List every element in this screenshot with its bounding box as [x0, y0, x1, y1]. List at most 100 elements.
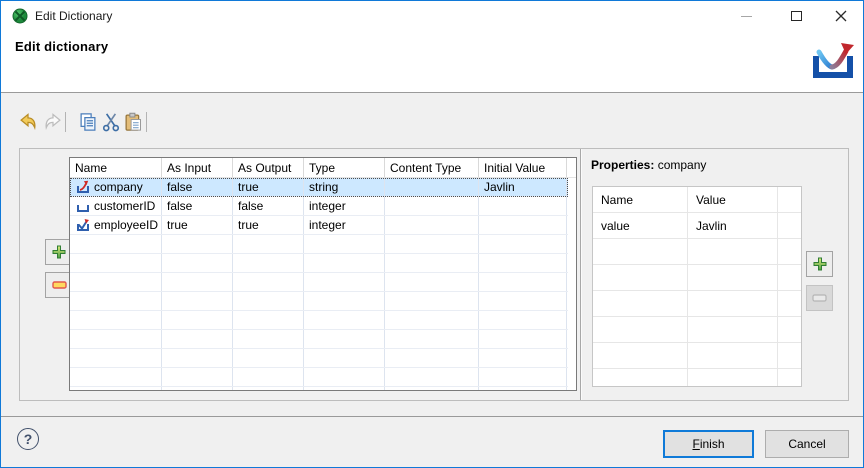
empty-row	[593, 265, 801, 291]
redo-icon	[45, 113, 61, 131]
properties-label: Properties: company	[591, 158, 706, 172]
copy-icon	[80, 113, 96, 131]
add-property-button[interactable]	[806, 251, 833, 277]
dictionary-entry-icon	[75, 198, 91, 214]
minimize-icon	[740, 15, 752, 17]
dialog-header: Edit dictionary	[1, 31, 863, 92]
empty-row	[70, 292, 568, 311]
properties-label-bold: Properties:	[591, 158, 655, 172]
empty-row	[593, 369, 801, 386]
cell-as-input: true	[162, 216, 233, 234]
column-header-name[interactable]: Name	[70, 158, 162, 177]
redo-button[interactable]	[42, 111, 64, 133]
minimize-button[interactable]	[723, 1, 769, 31]
table-row-customerid[interactable]: customerID false false integer	[70, 197, 568, 216]
app-icon	[12, 8, 28, 29]
help-button[interactable]: ?	[17, 428, 39, 450]
properties-header-row: Name Value	[593, 187, 801, 213]
properties-table[interactable]: Name Value value Javlin	[592, 186, 802, 387]
table-row-employeeid[interactable]: employeeID true true integer	[70, 216, 568, 235]
column-header-as-output[interactable]: As Output	[233, 158, 304, 177]
cell-content-type	[385, 197, 479, 215]
empty-row	[70, 273, 568, 292]
empty-row	[70, 330, 568, 349]
property-row-value[interactable]: value Javlin	[593, 213, 801, 239]
minus-icon-disabled	[812, 294, 827, 302]
dictionary-panel: Name As Input As Output Type Content Typ…	[19, 148, 849, 401]
empty-row	[593, 239, 801, 265]
help-icon: ?	[23, 431, 33, 447]
cell-initial-value	[479, 216, 567, 234]
cell-content-type	[385, 216, 479, 234]
cancel-label: Cancel	[788, 437, 826, 451]
cell-initial-value: Javlin	[479, 178, 567, 196]
cut-icon	[102, 113, 120, 132]
table-row-company[interactable]: company false true string Javlin	[70, 178, 568, 197]
finish-label-accel: F	[692, 437, 700, 451]
dictionary-entry-in-out-icon	[75, 217, 91, 233]
dictionary-entries-table[interactable]: Name As Input As Output Type Content Typ…	[69, 157, 577, 391]
empty-row	[70, 349, 568, 368]
toolbar-separator	[146, 112, 147, 132]
header-separator	[1, 92, 863, 93]
title-bar[interactable]: Edit Dictionary	[1, 1, 863, 31]
undo-button[interactable]	[17, 111, 39, 133]
paste-button[interactable]	[122, 111, 144, 133]
dictionary-entry-output-icon	[75, 179, 91, 195]
table-header-row: Name As Input As Output Type Content Typ…	[70, 158, 576, 178]
undo-icon	[20, 113, 36, 131]
cell-as-output: true	[233, 216, 304, 234]
empty-row	[70, 235, 568, 254]
prop-value-cell: Javlin	[688, 213, 778, 238]
page-title: Edit dictionary	[15, 39, 109, 54]
entry-name: employeeID	[94, 218, 159, 232]
cell-as-input: false	[162, 197, 233, 215]
empty-row	[593, 317, 801, 343]
finish-button[interactable]: Finish	[663, 430, 754, 458]
entry-name: company	[94, 180, 143, 194]
column-header-initial-value[interactable]: Initial Value	[479, 158, 567, 177]
cloveretl-logo-icon	[811, 41, 855, 84]
finish-label: inish	[699, 437, 725, 451]
window-title: Edit Dictionary	[35, 9, 113, 23]
cell-type: integer	[304, 216, 385, 234]
maximize-icon	[790, 11, 802, 21]
pane-divider[interactable]	[580, 149, 581, 400]
empty-row	[70, 311, 568, 330]
cell-content-type	[385, 178, 479, 196]
cell-type: integer	[304, 197, 385, 215]
plus-icon	[52, 245, 66, 259]
cell-type: string	[304, 178, 385, 196]
prop-column-name[interactable]: Name	[593, 187, 688, 212]
cell-name: customerID	[70, 197, 162, 215]
cell-initial-value	[479, 197, 567, 215]
minus-icon	[51, 281, 67, 289]
prop-column-value[interactable]: Value	[688, 187, 778, 212]
cut-button[interactable]	[100, 111, 122, 133]
empty-row	[70, 254, 568, 273]
entry-name: customerID	[94, 199, 156, 213]
cell-name: company	[70, 178, 162, 196]
column-header-content-type[interactable]: Content Type	[385, 158, 479, 177]
close-icon	[835, 10, 847, 22]
cell-as-output: false	[233, 197, 304, 215]
cell-as-input: false	[162, 178, 233, 196]
cell-name: employeeID	[70, 216, 162, 234]
toolbar-separator	[65, 112, 66, 132]
properties-entry-name: company	[657, 158, 707, 172]
edit-dictionary-dialog: Edit Dictionary Edit dictionary Name As …	[0, 0, 864, 468]
copy-button[interactable]	[77, 111, 99, 133]
empty-row	[593, 291, 801, 317]
remove-property-button	[806, 285, 833, 311]
cancel-button[interactable]: Cancel	[765, 430, 849, 458]
plus-icon	[813, 257, 826, 271]
maximize-button[interactable]	[773, 1, 819, 31]
empty-row	[70, 387, 568, 390]
close-button[interactable]	[818, 1, 863, 31]
column-header-as-input[interactable]: As Input	[162, 158, 233, 177]
cell-as-output: true	[233, 178, 304, 196]
empty-row	[593, 343, 801, 369]
prop-name-cell: value	[593, 213, 688, 238]
empty-row	[70, 368, 568, 387]
column-header-type[interactable]: Type	[304, 158, 385, 177]
